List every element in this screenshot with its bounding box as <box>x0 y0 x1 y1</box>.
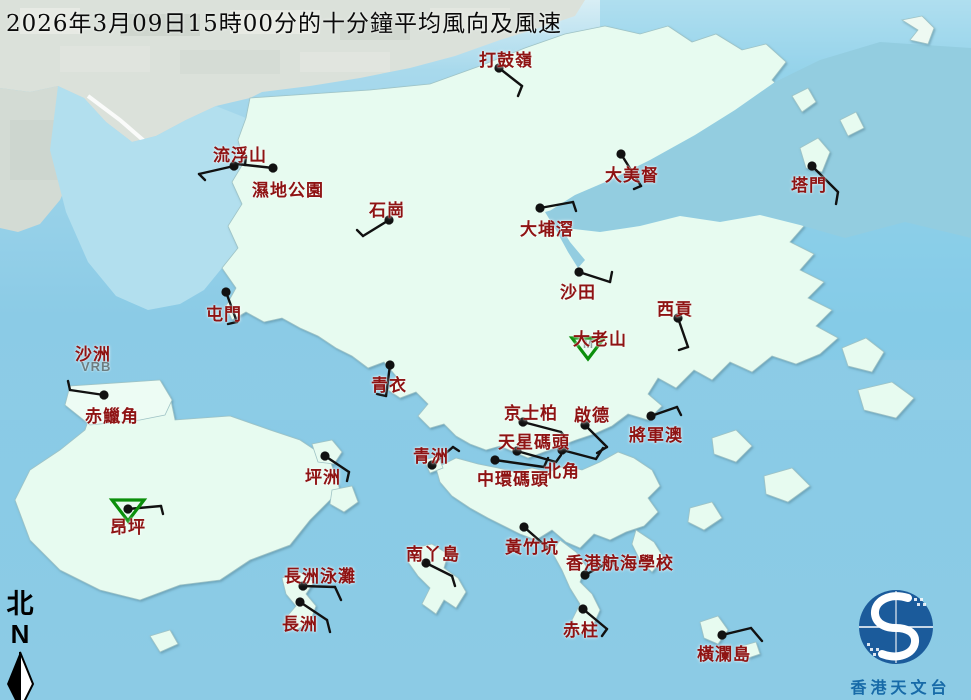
station-label-green-island: 青洲 <box>413 442 449 467</box>
compass-north-cn: 北 <box>2 582 38 621</box>
hko-name-cn: 香港天文台 <box>830 674 971 698</box>
station-labels-layer: 打鼓嶺流浮山濕地公園石崗大埔滘大美督塔門沙田西貢大老山屯門沙洲VRB赤鱲角青衣青… <box>0 0 971 700</box>
map-title: 2026年3月09日15時00分的十分鐘平均風向及風速 <box>6 4 562 38</box>
station-label-north-point: 北角 <box>544 457 580 482</box>
station-label-lamma-island: 南丫島 <box>406 540 460 565</box>
station-label-star-ferry-pier: 天星碼頭 <box>498 428 570 453</box>
station-label-hk-sea-school: 香港航海學校 <box>566 549 674 574</box>
station-label-kings-park: 京士柏 <box>504 399 558 424</box>
station-label-ta-kwu-ling: 打鼓嶺 <box>479 46 533 71</box>
station-label-waglan-island: 橫瀾島 <box>697 640 751 665</box>
station-label-tuen-mun: 屯門 <box>206 300 242 325</box>
compass-north-letter: N <box>2 619 38 650</box>
station-label-tates-cairn: 大老山 <box>573 325 627 350</box>
station-label-cheung-chau-beach: 長洲泳灘 <box>284 562 356 587</box>
station-label-shek-kong: 石崗 <box>369 196 405 221</box>
station-label-sai-kung: 西貢 <box>657 295 693 320</box>
station-label-stanley: 赤柱 <box>563 616 599 641</box>
compass-needle-icon <box>3 650 37 700</box>
hko-logo: 香港天文台 HONG KONG OBSERVATORY <box>830 586 971 700</box>
station-label-peng-chau: 坪洲 <box>305 463 341 488</box>
station-sublabel-sha-chau: VRB <box>81 359 111 374</box>
station-label-cheung-chau: 長洲 <box>282 610 318 635</box>
station-label-tseung-kwan-o: 將軍澳 <box>629 421 683 446</box>
wind-map: M 打鼓嶺流浮山濕地公園石崗大埔滘大美督塔門沙田西貢大老山屯門沙洲VRB赤鱲角青… <box>0 0 971 700</box>
station-label-central-pier: 中環碼頭 <box>477 465 549 490</box>
station-label-chek-lap-kok: 赤鱲角 <box>85 402 139 427</box>
north-compass: 北 N <box>2 582 38 700</box>
station-label-wetland-park: 濕地公園 <box>252 176 324 201</box>
station-label-tai-po-kau: 大埔滘 <box>520 215 574 240</box>
hko-logo-icon <box>830 586 971 668</box>
station-label-tai-mei-tuk: 大美督 <box>605 161 659 186</box>
station-label-wong-chuk-hang: 黃竹坑 <box>505 533 559 558</box>
station-label-lau-fau-shan: 流浮山 <box>213 141 267 166</box>
station-label-kai-tak: 啟德 <box>574 401 610 426</box>
station-label-sha-tin: 沙田 <box>560 278 596 303</box>
station-label-tsing-yi: 青衣 <box>371 371 407 396</box>
station-label-tap-mun: 塔門 <box>791 171 827 196</box>
station-label-ngong-ping: 昂坪 <box>110 513 146 538</box>
